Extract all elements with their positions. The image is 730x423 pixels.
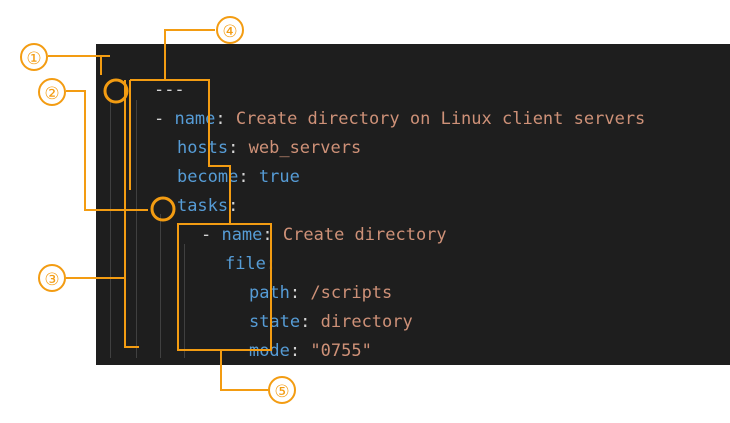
callout-badge-3: ③ — [38, 264, 66, 292]
code-line-mode: mode: "0755" — [208, 308, 372, 361]
key-mode: mode — [248, 341, 290, 361]
colon: : — [238, 167, 249, 187]
code-line-tasks: tasks: — [136, 163, 238, 216]
code-line-file: file: — [184, 221, 276, 274]
value-become: true — [248, 167, 300, 187]
colon: : — [289, 341, 301, 361]
indent-guide-1 — [110, 100, 111, 358]
code-line-become: become: true — [136, 134, 300, 187]
code-line-task-name: - name: Create directory — [160, 192, 447, 245]
code-line-path: path: /scripts — [208, 250, 392, 303]
code-line-hosts: hosts: web_servers — [136, 105, 361, 158]
value-task-name: Create directory — [272, 225, 447, 245]
callout-badge-1: ① — [20, 43, 48, 71]
code-line-play-name: - name: Create directory on Linux client… — [113, 76, 645, 129]
callout-badge-4: ④ — [216, 16, 244, 44]
callout-badge-2: ② — [38, 78, 66, 106]
callout-badge-5: ⑤ — [268, 376, 296, 404]
code-editor: --- - name: Create directory on Linux cl… — [96, 44, 730, 365]
code-line-state: state: directory — [208, 279, 413, 332]
code-line-doc-start: --- — [113, 47, 185, 100]
value-mode: "0755" — [300, 341, 372, 361]
